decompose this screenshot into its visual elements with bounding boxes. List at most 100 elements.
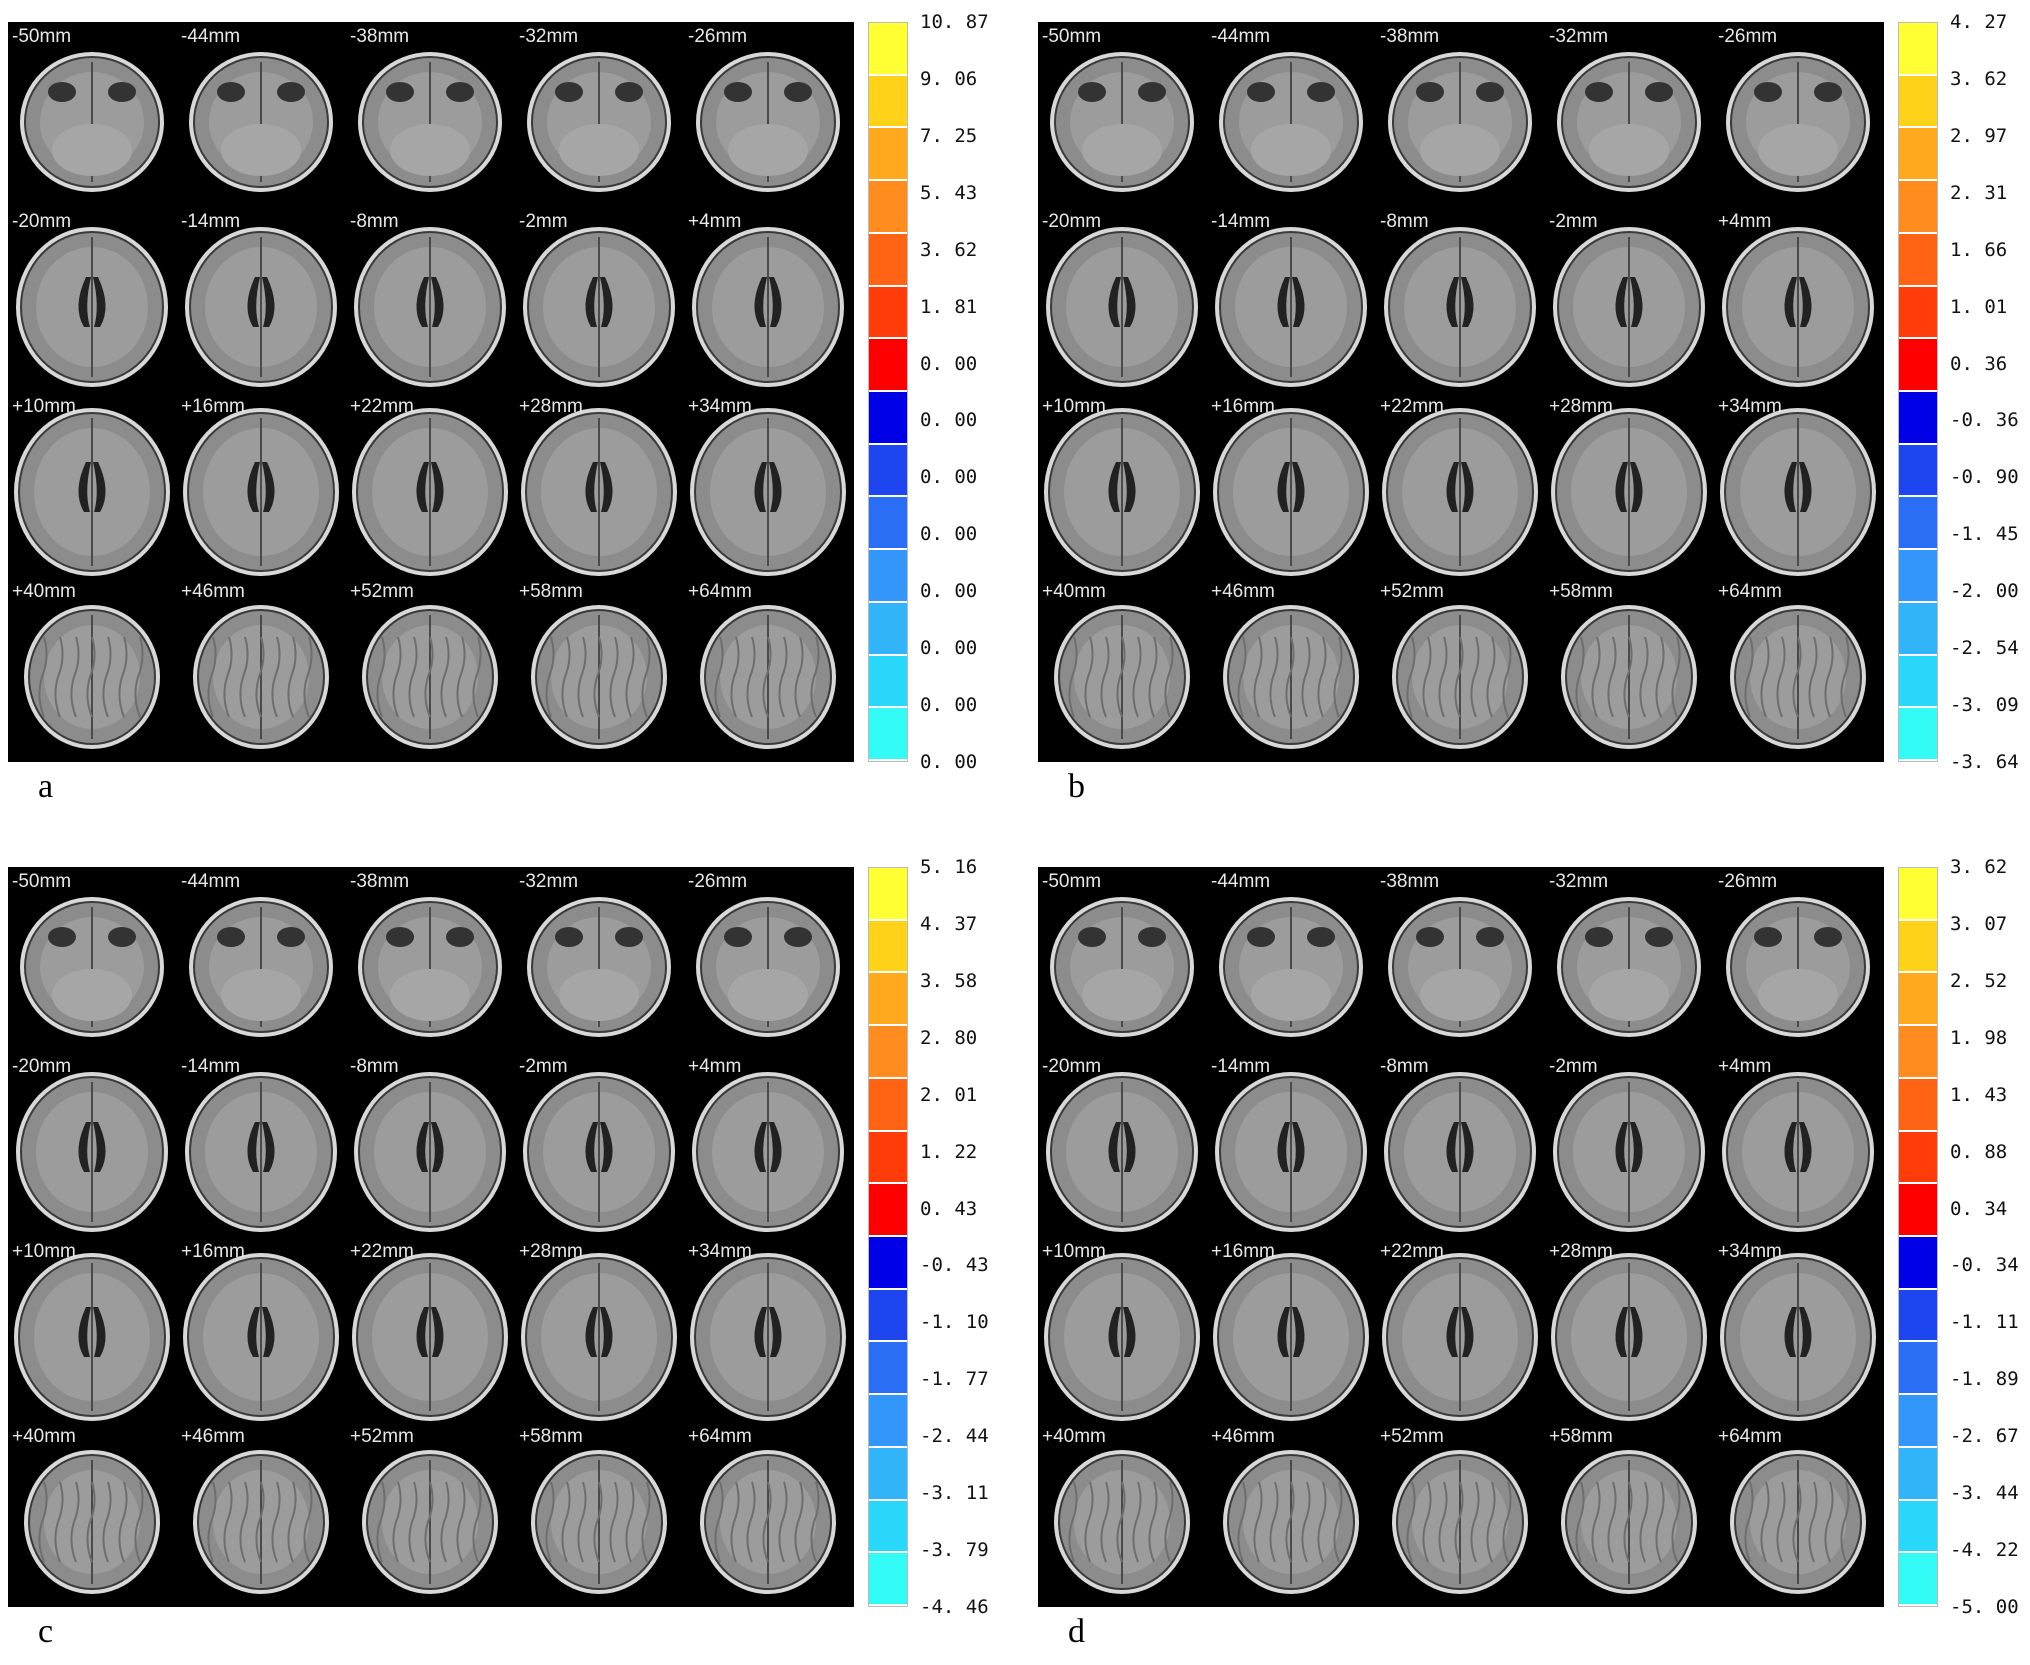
brain-slice: -44mm [177,22,345,207]
slice-grid: -50mm -44mm -38mm -32mm -26mm -20mm -14mm -8mm -… [1038,22,1884,762]
brain-slice: +10mm [8,392,176,577]
slice-label: +4mm [688,211,742,232]
slice-label: +58mm [519,1426,583,1447]
slice-label: -14mm [181,1056,241,1077]
colorbar-tick-label: 0. 36 [1950,352,2008,375]
colorbar-tick-label: 1. 43 [1950,1083,2008,1106]
brain-slice: -14mm [177,207,345,392]
brain-slice: +46mm [177,577,345,762]
brain-slice: -8mm [346,1052,514,1237]
colorbar-segment [1899,128,1937,182]
slice-label: +40mm [1042,1426,1106,1447]
brain-slice: +16mm [1207,1237,1375,1422]
slice-label: -14mm [181,211,241,232]
brain-slice: -20mm [1038,207,1206,392]
colorbar-segment [869,1289,907,1343]
slice-label: -26mm [1718,26,1778,47]
brain-slice: +10mm [1038,1237,1206,1422]
slice-label: +16mm [181,1241,245,1262]
panel-d: -50mm -44mm -38mm -32mm -26mm -20mm -14mm -8mm -… [1030,845,2030,1665]
slice-label: +22mm [350,396,414,417]
slice-label: -8mm [1380,1056,1429,1077]
slice-label: -32mm [1549,871,1609,892]
brain-slice: +58mm [1545,1422,1713,1607]
colorbar-tick-label: 2. 31 [1950,181,2008,204]
colorbar-tick-label: -3. 11 [920,1482,989,1505]
slice-label: +34mm [688,1241,752,1262]
slice-label: +64mm [688,1426,752,1447]
colorbar [1898,867,1938,1607]
slice-label: -14mm [1211,1056,1271,1077]
slice-label: +34mm [1718,396,1782,417]
brain-slice: +16mm [177,1237,345,1422]
panel-c: -50mm -44mm -38mm -32mm -26mm -20mm -14mm -8mm -… [0,845,1010,1665]
brain-slice: -14mm [177,1052,345,1237]
colorbar-segment [1899,75,1937,129]
slice-label: -20mm [1042,1056,1102,1077]
slice-label: -8mm [1380,211,1429,232]
colorbar-segment [869,1078,907,1132]
colorbar [1898,22,1938,762]
colorbar-segment [869,392,907,445]
brain-slice: +28mm [515,1237,683,1422]
colorbar-segment [869,1447,907,1501]
colorbar-segment [869,444,907,498]
brain-slice: -50mm [8,867,176,1052]
brain-slice: +58mm [515,1422,683,1607]
brain-slice: +64mm [1714,577,1882,762]
colorbar-tick-label: -2. 54 [1950,637,2019,660]
slice-label: -44mm [1211,871,1271,892]
colorbar-segment [869,128,907,182]
slice-label: -50mm [1042,871,1102,892]
colorbar-tick-label: 2. 52 [1950,969,2008,992]
colorbar-tick-label: 5. 43 [920,181,978,204]
slice-label: +28mm [519,396,583,417]
brain-slice: +16mm [1207,392,1375,577]
brain-slice: +22mm [346,1237,514,1422]
brain-slice: +16mm [177,392,345,577]
colorbar-tick-label: -1. 77 [920,1368,989,1391]
slice-label: -50mm [1042,26,1102,47]
brain-slice: -20mm [8,1052,176,1237]
colorbar-tick-label: 5. 16 [920,856,978,878]
brain-slice: -26mm [1714,22,1882,207]
colorbar-segment [1899,973,1937,1027]
slice-label: +58mm [1549,1426,1613,1447]
colorbar-tick-label: 4. 37 [920,912,978,935]
slice-label: +64mm [1718,581,1782,602]
colorbar-tick-label: -0. 43 [920,1254,989,1277]
brain-slice: -8mm [346,207,514,392]
slice-label: +22mm [1380,1241,1444,1262]
brain-slice: +46mm [1207,1422,1375,1607]
colorbar-tick-label: 3. 62 [1950,67,2008,90]
brain-slice: +52mm [346,1422,514,1607]
colorbar-tick-label: 10. 87 [920,11,989,33]
slice-label: -2mm [519,211,568,232]
colorbar-tick-label: 1. 81 [920,295,978,318]
panel-letter: c [38,1613,54,1650]
colorbar-tick-label: -1. 11 [1950,1311,2019,1334]
colorbar-tick-label: -3. 44 [1950,1482,2019,1505]
colorbar-segment [869,973,907,1027]
colorbar-tick-label: -4. 22 [1950,1539,2019,1562]
brain-slice: +10mm [8,1237,176,1422]
colorbar-segment [1899,1342,1937,1396]
slice-label: +10mm [1042,396,1106,417]
slice-label: +28mm [1549,1241,1613,1262]
brain-slice: +40mm [1038,577,1206,762]
colorbar-tick-label: -0. 34 [1950,1254,2019,1277]
slice-label: -32mm [1549,26,1609,47]
colorbar-segment [1899,444,1937,498]
colorbar-tick-label: 0. 00 [920,580,978,603]
colorbar-segment [869,655,907,709]
colorbar-segment [869,1395,907,1448]
slice-label: +52mm [350,581,414,602]
brain-slice: +58mm [1545,577,1713,762]
colorbar-tick-label: 3. 07 [1950,912,2008,935]
colorbar-segment [869,75,907,129]
brain-slice: -8mm [1376,1052,1544,1237]
colorbar-segment [869,1237,907,1290]
slice-label: +46mm [181,1426,245,1447]
brain-slice: +4mm [684,1052,852,1237]
brain-slice: -44mm [1207,867,1375,1052]
